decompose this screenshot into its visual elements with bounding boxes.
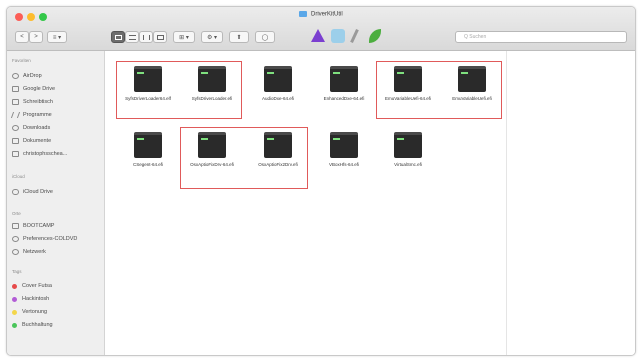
cloud-icon xyxy=(12,189,19,195)
sidebar-item-applications[interactable]: Programme xyxy=(10,110,52,120)
back-button[interactable]: < xyxy=(15,31,29,43)
file-name: EnhancedDxe-64.efi xyxy=(323,96,365,101)
file-name: VirtualSmc.efi xyxy=(394,162,422,167)
sidebar-item-label: Schreibtisch xyxy=(23,99,53,105)
yellow-tag-icon xyxy=(12,309,17,315)
file-name: AudioDxe-64.efi xyxy=(261,96,295,101)
network-icon xyxy=(12,249,19,255)
icloud-header: iCloud xyxy=(12,174,25,179)
dvd-icon xyxy=(12,236,19,242)
view-icons-button[interactable] xyxy=(111,31,125,43)
terminal-exec-icon xyxy=(394,132,422,158)
file-item[interactable]: EnhancedDxe-64.efi xyxy=(312,63,376,123)
view-list-button[interactable] xyxy=(125,31,139,43)
sidebar-item-google-drive[interactable]: Google Drive xyxy=(12,84,55,94)
pen-tool-icon[interactable] xyxy=(350,29,359,43)
applications-icon xyxy=(10,112,21,118)
folder-icon xyxy=(299,11,308,17)
search-input[interactable]: Q Suchen xyxy=(455,31,627,43)
locations-header: Orte xyxy=(12,211,21,216)
desktop-icon xyxy=(12,99,19,105)
sidebar-item-label: BOOTCAMP xyxy=(23,223,55,229)
sidebar-item-label: Netzwerk xyxy=(23,249,46,255)
sidebar-item-label: Programme xyxy=(23,112,52,118)
download-icon xyxy=(12,125,19,131)
document-icon xyxy=(12,138,19,144)
highlight-box xyxy=(180,127,308,189)
view-columns-button[interactable] xyxy=(139,31,153,43)
terminal-exec-icon xyxy=(134,132,162,158)
sidebar-item-desktop[interactable]: Schreibtisch xyxy=(12,97,53,107)
forward-button[interactable]: > xyxy=(29,31,43,43)
red-tag-icon xyxy=(12,283,17,289)
sidebar-tag-yellow[interactable]: Vertonung xyxy=(12,307,47,317)
share-button[interactable]: ⬆ xyxy=(229,31,249,43)
terminal-exec-icon xyxy=(264,66,292,92)
sidebar-item-label: Preferences-COLDVD xyxy=(23,236,78,242)
file-icon-grid: SyfsDriverLoader64.elf SyfsDriverLoader.… xyxy=(106,51,506,355)
preview-pane xyxy=(506,51,635,355)
gallery-icon xyxy=(156,34,164,40)
sidebar-item-airdrop[interactable]: AirDrop xyxy=(12,71,42,81)
terminal-exec-icon xyxy=(330,66,358,92)
sidebar-item-label: Buchhaltung xyxy=(22,322,53,328)
list-icon xyxy=(128,34,136,40)
title-bar: DriverKitUtil < > ≡ ▾ ⊞ ▾ ⚙ ▾ ⬆ ◯ Q Such… xyxy=(7,7,635,51)
favorites-header: Favoriten xyxy=(12,58,31,63)
home-icon xyxy=(12,151,19,157)
sidebar-item-downloads[interactable]: Downloads xyxy=(12,123,50,133)
sidebar-tag-purple[interactable]: Hackintosh xyxy=(12,294,49,304)
columns-icon xyxy=(142,34,150,40)
arrange-button[interactable]: ⊞ ▾ xyxy=(173,31,195,43)
sidebar-item-home[interactable]: christophsschea... xyxy=(12,149,67,159)
file-item[interactable]: VirtualSmc.efi xyxy=(376,129,440,189)
highlight-box xyxy=(116,61,242,119)
sidebar-item-label: christophsschea... xyxy=(23,151,68,157)
file-item[interactable]: AudioDxe-64.efi xyxy=(246,63,310,123)
sidebar-item-label: Vertonung xyxy=(22,309,48,315)
grid-icon xyxy=(114,34,122,40)
tag-button[interactable]: ◯ xyxy=(255,31,275,43)
disk-icon xyxy=(12,223,19,229)
sidebar-item-label: AirDrop xyxy=(23,73,42,79)
terminal-exec-icon xyxy=(330,132,358,158)
sidebar-item-bootcamp[interactable]: BOOTCAMP xyxy=(12,221,54,231)
view-gallery-button[interactable] xyxy=(153,31,167,43)
action-button[interactable]: ⚙ ▾ xyxy=(201,31,223,43)
sidebar-item-label: iCloud Drive xyxy=(23,189,53,195)
sidebar-item-icloud-drive[interactable]: iCloud Drive xyxy=(12,187,53,197)
file-item[interactable]: VBoxHfs-64.efi xyxy=(312,129,376,189)
xcode-app-icon[interactable] xyxy=(331,29,345,43)
file-name: VBoxHfs-64.efi xyxy=(328,162,359,167)
sidebar-item-preferences-dvd[interactable]: Preferences-COLDVD xyxy=(12,234,77,244)
highlight-box xyxy=(376,61,502,119)
sidebar-item-network[interactable]: Netzwerk xyxy=(12,247,46,257)
sidebar: Favoriten AirDrop Google Drive Schreibti… xyxy=(7,51,105,355)
sidebar-tag-green[interactable]: Buchhaltung xyxy=(12,320,53,330)
green-tag-icon xyxy=(12,322,17,328)
sidebar-item-label: Cover Futsa xyxy=(22,283,52,289)
folder-icon xyxy=(12,86,19,92)
file-item[interactable]: CSegent-64.efi xyxy=(116,129,180,189)
window-title: DriverKitUtil xyxy=(7,11,635,18)
window-title-text: DriverKitUtil xyxy=(311,11,343,18)
file-name: CSegent-64.efi xyxy=(132,162,164,167)
finder-window: DriverKitUtil < > ≡ ▾ ⊞ ▾ ⚙ ▾ ⬆ ◯ Q Such… xyxy=(6,6,636,356)
airdrop-icon xyxy=(12,73,19,79)
sidebar-item-label: Hackintosh xyxy=(22,296,50,302)
sidebar-item-label: Google Drive xyxy=(23,86,56,92)
sidebar-tag-red[interactable]: Cover Futsa xyxy=(12,281,52,291)
leaf-app-icon[interactable] xyxy=(369,29,381,43)
tags-header: Tags xyxy=(12,269,22,274)
path-menu-button[interactable]: ≡ ▾ xyxy=(47,31,67,43)
purple-tag-icon xyxy=(12,296,17,302)
prism-app-icon[interactable] xyxy=(311,29,325,42)
sidebar-item-label: Dokumente xyxy=(23,138,52,144)
sidebar-item-documents[interactable]: Dokumente xyxy=(12,136,51,146)
sidebar-item-label: Downloads xyxy=(23,125,51,131)
